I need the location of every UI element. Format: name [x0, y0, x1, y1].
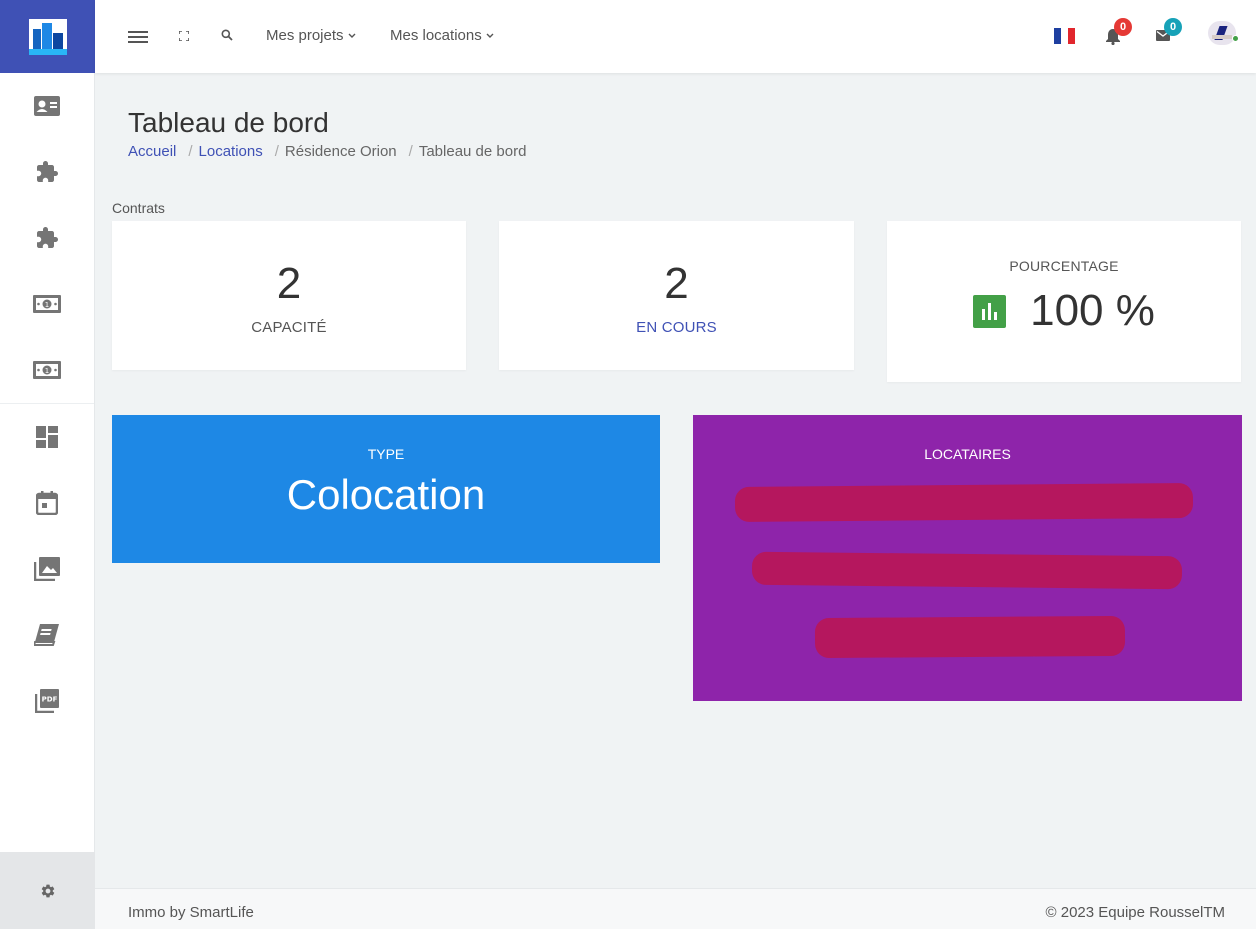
capacite-label: CAPACITÉ: [251, 319, 327, 336]
footer-copyright: © 2023 Equipe RousselTM: [1045, 904, 1225, 921]
sidebar-item-dashboard[interactable]: [0, 404, 94, 470]
notifications-button[interactable]: 0: [1105, 18, 1132, 47]
gear-icon: [41, 884, 54, 897]
svg-text:1: 1: [45, 367, 49, 375]
sidebar-item-modules-1[interactable]: [0, 139, 94, 205]
sidebar-item-contacts[interactable]: [0, 73, 94, 139]
bar-chart-icon: [973, 294, 1007, 328]
sidebar: 1 1 PDF: [0, 0, 95, 929]
messages-button[interactable]: 0: [1155, 18, 1182, 47]
puzzle-icon: [37, 227, 58, 248]
breadcrumb-accueil[interactable]: Accueil: [128, 143, 176, 160]
puzzle-icon: [37, 161, 58, 182]
capacite-card: 2 CAPACITÉ: [112, 221, 466, 370]
capacite-value: 2: [276, 259, 302, 308]
sidebar-item-modules-2[interactable]: [0, 205, 94, 271]
contrats-section-label: Contrats: [112, 200, 165, 216]
nav-mes-projets-label: Mes projets: [266, 27, 344, 44]
settings-button[interactable]: [0, 852, 95, 929]
type-value: Colocation: [286, 471, 486, 518]
money-icon: 1: [33, 361, 61, 379]
messages-badge: 0: [1164, 18, 1182, 36]
en-cours-card: 2 EN COURS: [499, 221, 854, 370]
breadcrumb: Accueil / Locations / Résidence Orion / …: [128, 143, 527, 160]
online-status-dot: [1232, 35, 1239, 42]
contact-card-icon: [34, 96, 60, 116]
chevron-down-icon: [348, 33, 356, 38]
pdf-icon: PDF: [35, 689, 59, 713]
search-icon: [221, 29, 233, 41]
app-logo: [28, 18, 67, 55]
pourcentage-label: POURCENTAGE: [1009, 258, 1119, 274]
redacted-tenant-name: [751, 551, 1183, 590]
svg-text:1: 1: [45, 301, 49, 309]
page-title: Tableau de bord: [128, 107, 329, 138]
book-icon: [34, 624, 59, 646]
nav-mes-locations-label: Mes locations: [390, 27, 482, 44]
sidebar-item-pdf[interactable]: PDF: [0, 668, 94, 734]
sidebar-item-payments-2[interactable]: 1: [0, 337, 94, 403]
pourcentage-value: 100 %: [1030, 286, 1155, 335]
logo-link[interactable]: [0, 0, 95, 73]
footer: Immo by SmartLife © 2023 Equipe RousselT…: [95, 888, 1256, 929]
nav-mes-projets[interactable]: Mes projets: [266, 27, 356, 44]
redacted-tenant-name: [814, 615, 1126, 659]
photo-library-icon: [34, 557, 60, 581]
avatar: [1208, 21, 1236, 45]
france-flag-icon: [1054, 28, 1061, 44]
sidebar-item-payments-1[interactable]: 1: [0, 271, 94, 337]
locataires-label: LOCATAIRES: [924, 446, 1011, 462]
top-navbar: Mes projets Mes locations 0 0: [95, 0, 1256, 73]
sidebar-item-documents[interactable]: [0, 602, 94, 668]
breadcrumb-current: Tableau de bord: [418, 143, 527, 160]
notifications-badge: 0: [1114, 18, 1132, 36]
breadcrumb-residence: Résidence Orion: [284, 143, 397, 160]
nav-mes-locations[interactable]: Mes locations: [390, 27, 494, 44]
type-card: TYPE Colocation: [112, 415, 660, 563]
money-icon: 1: [33, 295, 61, 313]
en-cours-value: 2: [664, 259, 689, 308]
menu-icon: [128, 31, 148, 43]
menu-toggle-button[interactable]: [127, 27, 149, 47]
fullscreen-icon: [179, 31, 189, 41]
type-label: TYPE: [367, 446, 405, 462]
footer-brand: Immo by SmartLife: [128, 904, 254, 921]
fullscreen-button[interactable]: [177, 29, 191, 43]
breadcrumb-locations[interactable]: Locations: [199, 143, 263, 160]
redacted-tenant-name: [734, 483, 1194, 522]
pourcentage-card: POURCENTAGE 100 %: [887, 221, 1241, 382]
sidebar-item-gallery[interactable]: [0, 536, 94, 602]
chevron-down-icon: [486, 33, 494, 38]
dashboard-icon: [36, 426, 58, 448]
calendar-icon: [36, 491, 58, 515]
sidebar-item-calendar[interactable]: [0, 470, 94, 536]
svg-text:PDF: PDF: [42, 696, 58, 704]
user-menu-button[interactable]: [1208, 21, 1242, 49]
en-cours-label[interactable]: EN COURS: [499, 319, 854, 336]
language-switcher[interactable]: [1054, 28, 1075, 44]
search-button[interactable]: [220, 28, 234, 42]
